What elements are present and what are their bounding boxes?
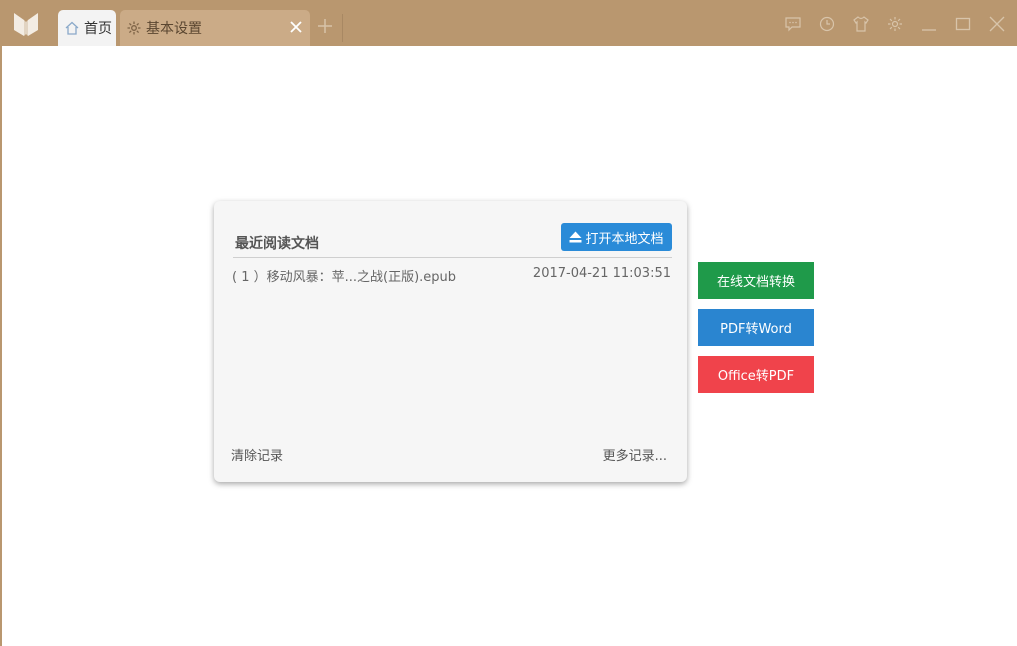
- tab-home[interactable]: 首页: [58, 10, 116, 46]
- tab-home-label: 首页: [84, 21, 112, 37]
- office-to-pdf-button[interactable]: Office转PDF: [698, 356, 814, 393]
- divider: [233, 257, 672, 258]
- home-icon: [65, 21, 79, 35]
- minimize-icon[interactable]: [920, 15, 938, 33]
- eject-icon: [569, 231, 582, 243]
- settings-icon[interactable]: [886, 15, 904, 33]
- recent-documents-title: 最近阅读文档: [235, 236, 319, 252]
- open-local-document-button[interactable]: 打开本地文档: [561, 223, 672, 251]
- recent-item-name[interactable]: ( 1 ）移动风暴：苹...之战(正版).epub: [232, 266, 456, 285]
- pdf-to-word-button[interactable]: PDF转Word: [698, 309, 814, 346]
- clear-history-link[interactable]: 清除记录: [231, 445, 283, 464]
- new-tab-icon[interactable]: [316, 17, 334, 35]
- maximize-icon[interactable]: [954, 15, 972, 33]
- tab-divider: [342, 14, 343, 42]
- close-icon[interactable]: [988, 15, 1006, 33]
- recent-item-time: 2017-04-21 11:03:51: [532, 266, 671, 281]
- open-local-document-label: 打开本地文档: [585, 231, 664, 247]
- message-icon[interactable]: [784, 15, 802, 33]
- tab-settings-label: 基本设置: [146, 21, 202, 37]
- history-icon[interactable]: [818, 15, 836, 33]
- skin-icon[interactable]: [852, 15, 870, 33]
- gear-icon: [127, 21, 141, 35]
- tab-close-icon[interactable]: [288, 19, 304, 35]
- more-history-link[interactable]: 更多记录...: [603, 445, 667, 464]
- recent-documents-panel: 最近阅读文档 打开本地文档 ( 1 ）移动风暴：苹...之战(正版).epub …: [214, 201, 687, 482]
- online-convert-button[interactable]: 在线文档转换: [698, 262, 814, 299]
- tab-settings[interactable]: 基本设置: [120, 10, 310, 46]
- app-logo-icon: [14, 13, 38, 36]
